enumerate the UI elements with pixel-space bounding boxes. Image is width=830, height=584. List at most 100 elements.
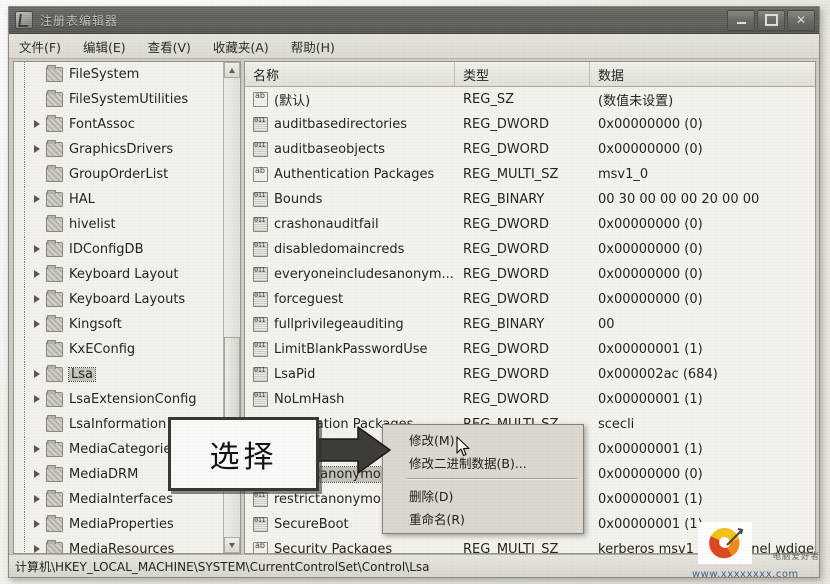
close-button[interactable] xyxy=(787,9,815,31)
binary-value-icon xyxy=(253,216,268,232)
tree-item-filesystem[interactable]: FileSystem xyxy=(14,62,224,87)
tree-item-label: FileSystemUtilities xyxy=(69,92,189,107)
cell-value-data: 0x00000000 (0) xyxy=(598,467,703,482)
table-row[interactable]: disabledomaincreds REG_DWORD 0x00000000 (0… xyxy=(245,237,815,262)
status-bar-path: 计算机\HKEY_LOCAL_MACHINE\SYSTEM\CurrentCon… xyxy=(15,559,430,574)
expand-arrow-icon[interactable] xyxy=(32,194,43,205)
tree-item-keyboard-layouts[interactable]: Keyboard Layouts xyxy=(14,287,224,312)
ctx-delete[interactable]: 删除(D) xyxy=(383,484,583,507)
expand-arrow-icon[interactable] xyxy=(32,319,43,330)
tree-item-mediaresources[interactable]: MediaResources xyxy=(14,537,224,553)
tree-item-filesystemutilities[interactable]: FileSystemUtilities xyxy=(14,87,224,112)
table-row[interactable]: Bounds REG_BINARY 00 30 00 00 00 20 00 00 xyxy=(245,187,815,212)
expand-arrow-icon[interactable] xyxy=(32,469,43,480)
tree-item-kingsoft[interactable]: Kingsoft xyxy=(14,312,224,337)
registry-editor-icon xyxy=(15,11,33,29)
menu-file[interactable]: 文件(F) xyxy=(15,35,65,58)
menu-help[interactable]: 帮助(H) xyxy=(287,35,339,58)
tree-item-lsaextensionconfig[interactable]: LsaExtensionConfig xyxy=(14,387,224,412)
table-row[interactable]: Authentication Packages REG_MULTI_SZ msv1_… xyxy=(245,162,815,187)
expand-arrow-icon[interactable] xyxy=(32,544,43,553)
folder-icon xyxy=(46,190,63,207)
binary-value-icon xyxy=(253,366,268,382)
column-type[interactable]: 类型 xyxy=(455,62,590,86)
cell-value-name: fullprivilegeauditing xyxy=(245,312,455,337)
tree-item-fontassoc[interactable]: FontAssoc xyxy=(14,112,224,137)
expand-arrow-icon[interactable] xyxy=(32,394,43,405)
cell-value-name: auditbaseobjects xyxy=(245,137,455,162)
tree-item-graphicsdrivers[interactable]: GraphicsDrivers xyxy=(14,137,224,162)
tree-item-lsa[interactable]: Lsa xyxy=(14,362,224,387)
table-row[interactable]: NoLmHash REG_DWORD 0x00000001 (1) xyxy=(245,387,815,412)
expand-arrow-icon[interactable] xyxy=(32,144,43,155)
annotation-callout-text: 选择 xyxy=(209,440,278,475)
cell-value-name: Security Packages xyxy=(245,537,455,553)
table-row[interactable]: auditbaseobjects REG_DWORD 0x00000000 (0) xyxy=(245,137,815,162)
cell-value-type: REG_DWORD xyxy=(463,292,549,307)
folder-icon xyxy=(46,515,63,532)
table-row[interactable]: LimitBlankPasswordUse REG_DWORD 0x00000001… xyxy=(245,337,815,362)
ctx-rename[interactable]: 重命名(R) xyxy=(383,507,583,530)
minimize-button[interactable] xyxy=(727,9,755,31)
maximize-button[interactable] xyxy=(757,9,785,31)
context-menu: 修改(M) 修改二进制数据(B)... 删除(D) 重命名(R) xyxy=(382,424,584,534)
expand-arrow-icon[interactable] xyxy=(32,244,43,255)
table-row[interactable]: crashonauditfail REG_DWORD 0x00000000 (0) xyxy=(245,212,815,237)
scrollbar-thumb[interactable] xyxy=(224,337,240,429)
folder-icon xyxy=(46,215,63,232)
value-name-text: auditbasedirectories xyxy=(274,117,408,132)
cell-value-name: disabledomaincreds xyxy=(245,237,455,262)
title-bar[interactable]: 注册表编辑器 xyxy=(9,7,819,34)
cell-value-type: REG_DWORD xyxy=(463,267,549,282)
expand-arrow-icon[interactable] xyxy=(32,269,43,280)
table-row[interactable]: forceguest REG_DWORD 0x00000000 (0) xyxy=(245,287,815,312)
tree-item-label: Kingsoft xyxy=(69,317,122,332)
expand-arrow-icon[interactable] xyxy=(32,119,43,130)
scroll-down-arrow-icon[interactable] xyxy=(224,537,240,553)
expand-arrow-icon[interactable] xyxy=(32,444,43,455)
tree-item-mediaproperties[interactable]: MediaProperties xyxy=(14,512,224,537)
cell-value-type: REG_SZ xyxy=(463,92,514,107)
table-row[interactable]: Security Packages REG_MULTI_SZ kerberos ms… xyxy=(245,537,815,553)
folder-icon xyxy=(46,490,63,507)
ctx-modify[interactable]: 修改(M) xyxy=(383,428,583,451)
ctx-modify-binary[interactable]: 修改二进制数据(B)... xyxy=(383,451,583,474)
menu-favorites[interactable]: 收藏夹(A) xyxy=(209,35,273,58)
table-row[interactable]: everyoneincludesanonym... REG_DWORD 0x0000… xyxy=(245,262,815,287)
binary-value-icon xyxy=(253,516,268,532)
tree-item-label: FileSystem xyxy=(69,67,140,82)
folder-icon xyxy=(46,140,63,157)
expand-arrow-icon[interactable] xyxy=(32,494,43,505)
tree-item-keyboard-layout[interactable]: Keyboard Layout xyxy=(14,262,224,287)
table-row[interactable]: fullprivilegeauditing REG_BINARY 00 xyxy=(245,312,815,337)
cell-value-data: 0x00000001 (1) xyxy=(598,392,703,407)
scroll-up-arrow-icon[interactable] xyxy=(224,62,240,78)
table-row[interactable]: LsaPid REG_DWORD 0x000002ac (684) xyxy=(245,362,815,387)
cell-value-data: 00 30 00 00 00 20 00 00 xyxy=(598,192,760,207)
menu-edit[interactable]: 编辑(E) xyxy=(79,35,130,58)
folder-icon xyxy=(46,115,63,132)
tree-item-kxeconfig[interactable]: KxEConfig xyxy=(14,337,224,362)
expand-arrow-icon[interactable] xyxy=(32,294,43,305)
value-name-text: LsaPid xyxy=(274,367,316,382)
tree-item-hivelist[interactable]: hivelist xyxy=(14,212,224,237)
column-data[interactable]: 数据 xyxy=(590,62,815,86)
cell-value-data: 0x00000000 (0) xyxy=(598,242,703,257)
context-menu-separator xyxy=(407,478,577,480)
folder-icon xyxy=(46,465,63,482)
column-name[interactable]: 名称 xyxy=(245,62,455,86)
table-row[interactable]: (默认) REG_SZ (数值未设置) xyxy=(245,87,815,112)
expand-arrow-icon[interactable] xyxy=(32,519,43,530)
tree-item-label: Keyboard Layout xyxy=(69,267,179,282)
cell-value-name: Authentication Packages xyxy=(245,162,455,187)
folder-icon xyxy=(46,440,63,457)
cell-value-data: msv1_0 xyxy=(598,167,649,182)
tree-item-grouporderlist[interactable]: GroupOrderList xyxy=(14,162,224,187)
menu-view[interactable]: 查看(V) xyxy=(144,35,195,58)
table-row[interactable]: auditbasedirectories REG_DWORD 0x00000000 … xyxy=(245,112,815,137)
expand-arrow-icon[interactable] xyxy=(32,369,43,380)
tree-item-idconfigdb[interactable]: IDConfigDB xyxy=(14,237,224,262)
tree-item-hal[interactable]: HAL xyxy=(14,187,224,212)
tree-item-label: IDConfigDB xyxy=(69,242,144,257)
